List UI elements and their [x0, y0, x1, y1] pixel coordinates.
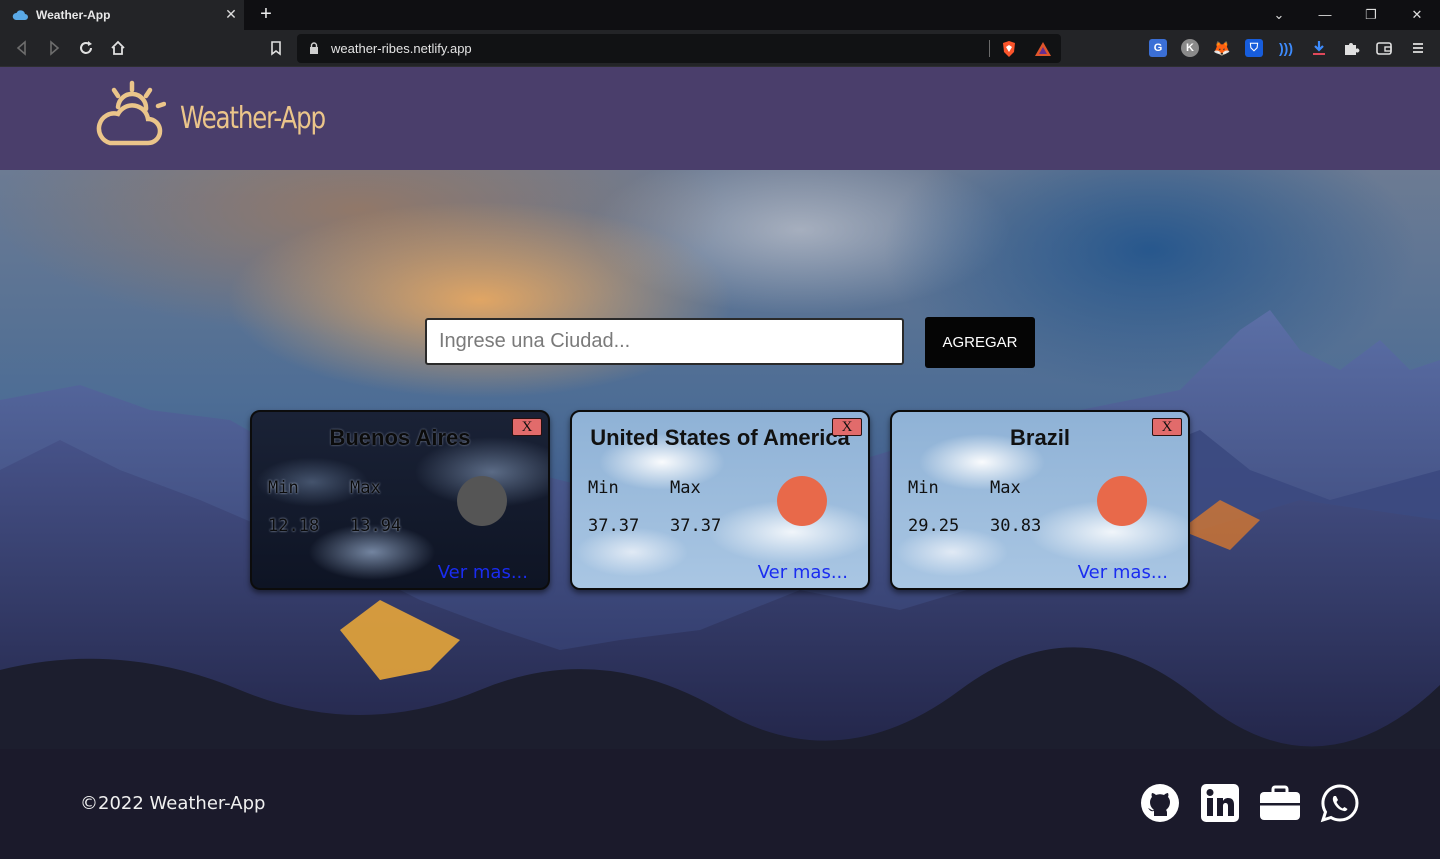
tab-close-icon[interactable]: ✕	[224, 7, 238, 21]
min-value: 12.18	[268, 516, 320, 536]
reload-icon[interactable]	[76, 38, 96, 58]
copyright-text: ©2022 Weather-App	[80, 793, 266, 814]
browser-tabbar: Weather-App ✕ + ⌄ — ❐ ✕	[0, 0, 1440, 30]
download-icon[interactable]	[1309, 38, 1329, 58]
weather-favicon-icon	[12, 10, 28, 20]
tab-list-icon[interactable]: ⌄	[1268, 4, 1290, 26]
close-card-button[interactable]: X	[832, 418, 862, 436]
site-header: Weather-App	[0, 67, 1440, 170]
site-logo-text[interactable]: Weather-App	[180, 101, 326, 136]
brave-shield-icon[interactable]	[999, 39, 1019, 59]
linkedin-icon[interactable]	[1200, 783, 1240, 823]
min-label: Min	[268, 478, 299, 498]
max-value: 13.94	[350, 516, 402, 536]
minimize-icon[interactable]: —	[1314, 4, 1336, 26]
close-card-button[interactable]: X	[512, 418, 542, 436]
city-search-input[interactable]	[425, 318, 904, 365]
min-value: 29.25	[908, 516, 960, 536]
close-card-button[interactable]: X	[1152, 418, 1182, 436]
whatsapp-icon[interactable]	[1320, 783, 1360, 823]
translate-extension-icon[interactable]: G	[1149, 39, 1167, 57]
browser-toolbar: weather-ribes.netlify.app G K 🦊 ⛉ )))	[0, 30, 1440, 67]
cast-extension-icon[interactable]: )))	[1277, 39, 1295, 57]
weather-icon	[777, 476, 827, 526]
city-name: Brazil	[1010, 425, 1070, 450]
max-value: 30.83	[990, 516, 1042, 536]
metamask-extension-icon[interactable]: 🦊	[1213, 39, 1231, 57]
min-label: Min	[908, 478, 939, 498]
city-card-brazil: Brazil X Min Max 29.25 30.83 Ver mas...	[890, 410, 1190, 590]
max-value: 37.37	[670, 516, 722, 536]
hero-section: AGREGAR Buenos Aires X Min Max 12.18 13.…	[0, 170, 1440, 749]
ver-mas-link[interactable]: Ver mas...	[438, 562, 528, 583]
add-city-button[interactable]: AGREGAR	[925, 317, 1035, 368]
bitwarden-extension-icon[interactable]: ⛉	[1245, 39, 1263, 57]
max-label: Max	[670, 478, 701, 498]
city-name: United States of America	[590, 425, 850, 450]
weather-icon	[1097, 476, 1147, 526]
city-card-united-states: United States of America X Min Max 37.37…	[570, 410, 870, 590]
extensions-puzzle-icon[interactable]	[1341, 38, 1361, 58]
browser-tab[interactable]: Weather-App ✕	[0, 0, 244, 30]
urlbar-divider	[989, 40, 990, 57]
weather-icon	[457, 476, 507, 526]
brave-rewards-icon[interactable]	[1033, 39, 1053, 59]
briefcase-icon[interactable]	[1258, 783, 1302, 823]
min-value: 37.37	[588, 516, 640, 536]
min-label: Min	[588, 478, 619, 498]
sun-cloud-logo-icon[interactable]	[92, 79, 166, 149]
max-label: Max	[350, 478, 381, 498]
ver-mas-link[interactable]: Ver mas...	[758, 562, 848, 583]
url-text: weather-ribes.netlify.app	[331, 41, 472, 56]
lock-icon	[310, 42, 318, 54]
city-name: Buenos Aires	[329, 425, 471, 450]
ver-mas-link[interactable]: Ver mas...	[1078, 562, 1168, 583]
wallet-icon[interactable]	[1374, 38, 1394, 58]
new-tab-icon[interactable]: +	[256, 4, 276, 24]
tab-title: Weather-App	[36, 8, 111, 22]
address-bar[interactable]: weather-ribes.netlify.app	[297, 34, 1061, 63]
max-label: Max	[990, 478, 1021, 498]
bookmark-icon[interactable]	[266, 38, 286, 58]
window-close-icon[interactable]: ✕	[1406, 4, 1428, 26]
k-extension-icon[interactable]: K	[1181, 39, 1199, 57]
city-card-buenos-aires: Buenos Aires X Min Max 12.18 13.94 Ver m…	[250, 410, 550, 590]
site-footer: ©2022 Weather-App	[0, 749, 1440, 859]
restore-icon[interactable]: ❐	[1360, 4, 1382, 26]
home-icon[interactable]	[108, 38, 128, 58]
menu-icon[interactable]	[1408, 38, 1428, 58]
back-icon[interactable]	[12, 38, 32, 58]
github-icon[interactable]	[1140, 783, 1180, 823]
forward-icon[interactable]	[44, 38, 64, 58]
